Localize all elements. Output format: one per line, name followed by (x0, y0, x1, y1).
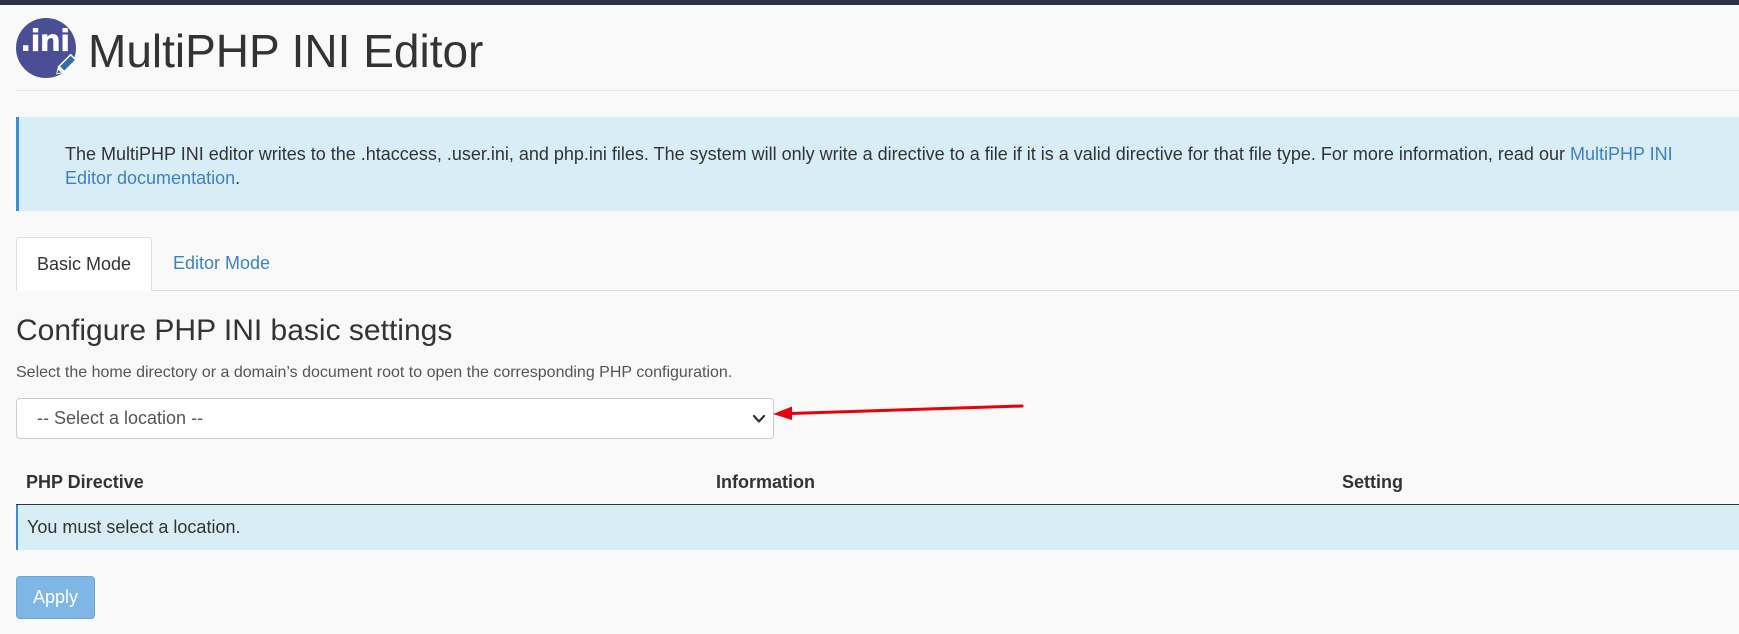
info-suffix: . (235, 168, 241, 188)
section-description: Select the home directory or a domain’s … (16, 364, 733, 381)
apply-button[interactable]: Apply (16, 576, 95, 619)
empty-state-row: You must select a location. (16, 505, 1739, 550)
column-setting: Setting (1342, 472, 1403, 492)
top-bar (0, 0, 1739, 5)
page-title: MultiPHP INI Editor (88, 25, 484, 77)
tab-basic-mode[interactable]: Basic Mode (16, 237, 153, 291)
section-heading: Configure PHP INI basic settings (16, 314, 453, 347)
mode-tabs: Basic Mode Editor Mode (16, 237, 1739, 291)
chevron-down-icon (752, 414, 766, 423)
ini-editor-icon: .ini (16, 18, 78, 78)
table-header: PHP Directive Information Setting (16, 464, 1739, 506)
location-select[interactable]: -- Select a location -- (16, 398, 774, 439)
red-arrow-annotation (773, 404, 1024, 420)
page-header: .ini MultiPHP INI Editor (16, 18, 1739, 91)
pencil-icon (56, 53, 78, 75)
column-php-directive: PHP Directive (26, 472, 144, 492)
info-text: The MultiPHP INI editor writes to the .h… (65, 144, 1570, 164)
tab-editor-mode[interactable]: Editor Mode (153, 237, 290, 290)
location-select-value: -- Select a location -- (37, 408, 204, 428)
info-callout: The MultiPHP INI editor writes to the .h… (16, 117, 1739, 211)
column-information: Information (716, 472, 815, 492)
